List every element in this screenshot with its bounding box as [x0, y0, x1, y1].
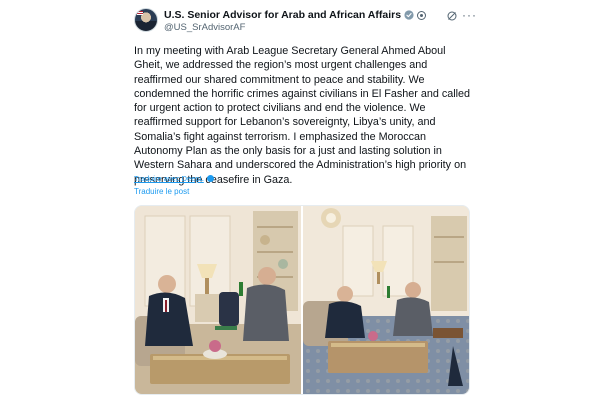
flag-icon: [137, 11, 143, 15]
tweet-body: In my meeting with Arab League Secretary…: [134, 45, 471, 186]
translate-post-link[interactable]: Traduire le post: [134, 187, 189, 196]
grok-icon[interactable]: [446, 10, 458, 22]
meeting-photo-2[interactable]: [303, 206, 469, 394]
more-icon[interactable]: ···: [462, 8, 477, 22]
verified-badge-icon: [404, 10, 414, 20]
author-avatar[interactable]: [134, 8, 158, 32]
translate-attribution: Traduire avec DeepL: [134, 174, 214, 183]
deepl-icon: [206, 175, 214, 182]
tweet-header: U.S. Senior Advisor for Arab and African…: [134, 8, 477, 40]
affiliation-icon[interactable]: [417, 10, 427, 20]
meeting-photo-1[interactable]: [135, 206, 301, 394]
tweet-media: [134, 205, 470, 395]
author-name-row: U.S. Senior Advisor for Arab and African…: [164, 9, 427, 21]
translate-with-deepl-link[interactable]: Traduire avec DeepL: [134, 174, 204, 183]
author-display-name[interactable]: U.S. Senior Advisor for Arab and African…: [164, 9, 401, 21]
author-handle[interactable]: @US_SrAdvisorAF: [164, 22, 245, 33]
tweet-card: U.S. Senior Advisor for Arab and African…: [130, 0, 477, 400]
